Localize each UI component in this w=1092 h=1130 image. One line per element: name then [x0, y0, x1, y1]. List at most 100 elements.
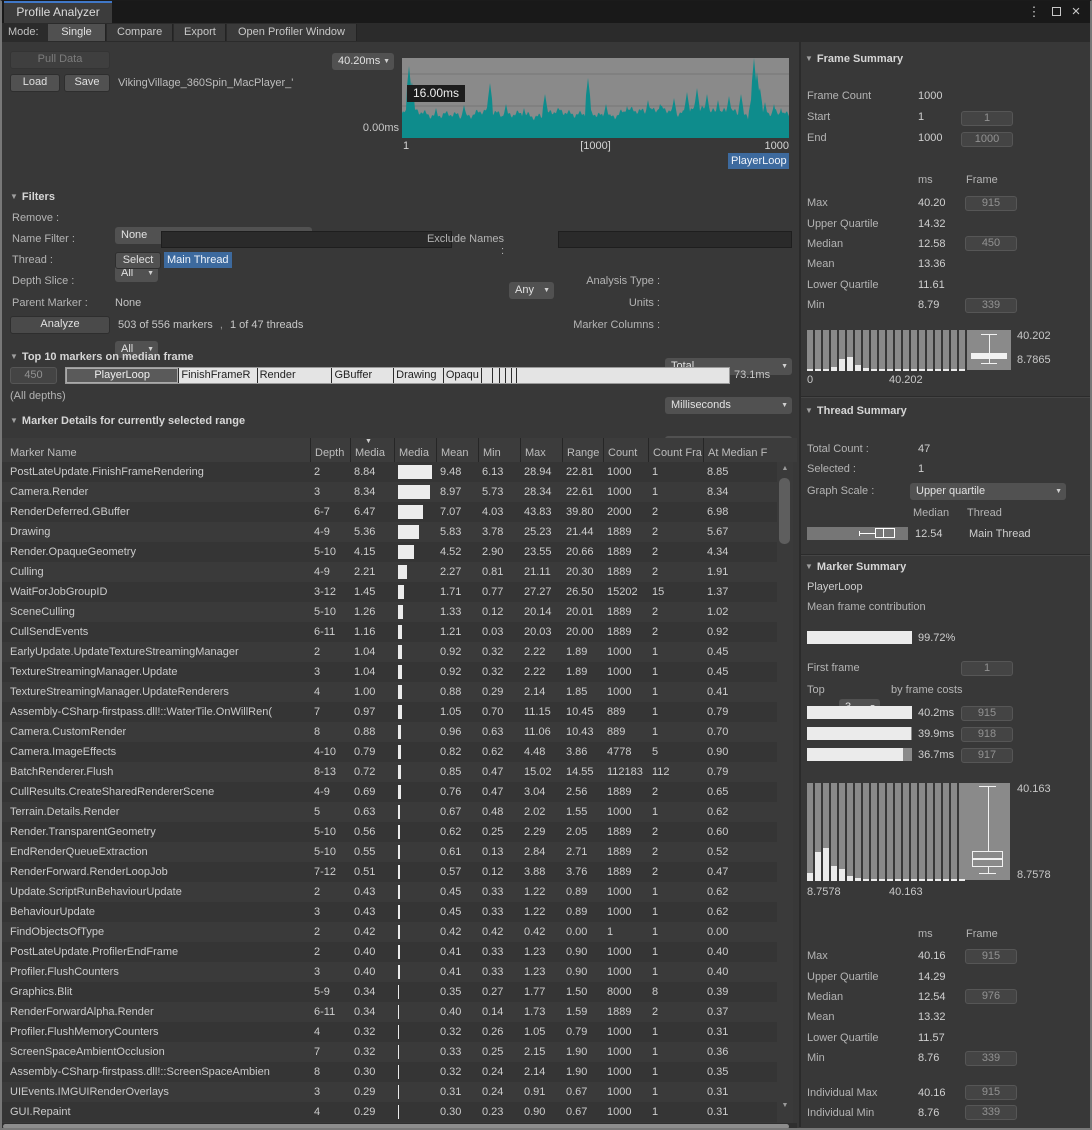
frame-time-graph[interactable]: 16.00ms: [402, 58, 789, 138]
save-button[interactable]: Save: [64, 74, 110, 92]
table-row[interactable]: RenderForwardAlpha.Render6-110.340.400.1…: [2, 1002, 777, 1022]
frame-link-button[interactable]: 915: [961, 706, 1013, 721]
scroll-down-icon[interactable]: ▼: [777, 1102, 793, 1109]
column-header-at_median[interactable]: At Median F: [703, 438, 777, 462]
table-row[interactable]: EarlyUpdate.UpdateTextureStreamingManage…: [2, 642, 777, 662]
cell-name: GUI.Repaint: [2, 1102, 310, 1122]
name-filter-label: Name Filter :: [12, 233, 75, 245]
table-row[interactable]: WaitForJobGroupID3-121.451.710.7727.2726…: [2, 582, 777, 602]
table-row[interactable]: EndRenderQueueExtraction5-100.550.610.13…: [2, 842, 777, 862]
column-header-range[interactable]: Range: [562, 438, 603, 462]
table-row[interactable]: FindObjectsOfType20.420.420.420.420.0011…: [2, 922, 777, 942]
table-row[interactable]: ScreenSpaceAmbientOcclusion70.320.330.25…: [2, 1042, 777, 1062]
scroll-up-icon[interactable]: ▲: [777, 465, 793, 472]
table-row[interactable]: Graphics.Blit5-90.340.350.271.771.508000…: [2, 982, 777, 1002]
frame-link-button[interactable]: 339: [965, 298, 1017, 313]
frame-link-button[interactable]: 339: [965, 1105, 1017, 1120]
frame-link-button[interactable]: 915: [965, 1085, 1017, 1100]
frame-link-button[interactable]: 1: [961, 111, 1013, 126]
range-scale-dropdown[interactable]: 40.20ms▼: [332, 53, 394, 70]
frame-link-button[interactable]: 915: [965, 949, 1017, 964]
column-header-min[interactable]: Min: [478, 438, 520, 462]
column-header-count[interactable]: Count: [603, 438, 648, 462]
table-row[interactable]: Camera.ImageEffects4-100.790.820.624.483…: [2, 742, 777, 762]
thread-summary-header[interactable]: ▼Thread Summary: [805, 405, 907, 417]
maximize-icon[interactable]: [1048, 4, 1064, 20]
table-row[interactable]: Update.ScriptRunBehaviourUpdate20.430.45…: [2, 882, 777, 902]
vertical-scrollbar[interactable]: ▲ ▼: [777, 462, 793, 1123]
graph-scale-dropdown[interactable]: Upper quartile▼: [910, 483, 1066, 500]
column-header-mean[interactable]: Mean: [436, 438, 478, 462]
frame-link-button[interactable]: 976: [965, 989, 1017, 1004]
frame-link-button[interactable]: 1000: [961, 132, 1013, 147]
median-frame-button[interactable]: 450: [10, 367, 57, 384]
table-row[interactable]: BehaviourUpdate30.430.450.331.220.891000…: [2, 902, 777, 922]
top10-segment[interactable]: Opaqu: [444, 368, 482, 383]
frame-link-button[interactable]: 915: [965, 196, 1017, 211]
table-row[interactable]: UIEvents.IMGUIRenderOverlays30.290.310.2…: [2, 1082, 777, 1102]
table-row[interactable]: Terrain.Details.Render50.630.670.482.021…: [2, 802, 777, 822]
frame-link-button[interactable]: 917: [961, 748, 1013, 763]
mode-button-single[interactable]: Single: [48, 24, 106, 41]
top10-segment[interactable]: FinishFrameR: [179, 368, 257, 383]
table-row[interactable]: PostLateUpdate.FinishFrameRendering28.84…: [2, 462, 777, 482]
table-row[interactable]: PostLateUpdate.ProfilerEndFrame20.400.41…: [2, 942, 777, 962]
name-filter-input[interactable]: [161, 231, 452, 248]
table-row[interactable]: Camera.Render38.348.975.7328.3422.611000…: [2, 482, 777, 502]
column-header-depth[interactable]: Depth: [310, 438, 350, 462]
table-row[interactable]: TextureStreamingManager.UpdateRenderers4…: [2, 682, 777, 702]
table-row[interactable]: Assembly-CSharp-firstpass.dll!::ScreenSp…: [2, 1062, 777, 1082]
scrollbar-thumb[interactable]: [779, 478, 790, 544]
column-header-count_frame[interactable]: Count Fra: [648, 438, 703, 462]
table-row[interactable]: CullResults.CreateSharedRendererScene4-9…: [2, 782, 777, 802]
table-row[interactable]: Render.OpaqueGeometry5-104.154.522.9023.…: [2, 542, 777, 562]
table-row[interactable]: BatchRenderer.Flush8-130.720.850.4715.02…: [2, 762, 777, 782]
exclude-names-input[interactable]: [558, 231, 792, 248]
column-header-median[interactable]: Media▼: [350, 438, 394, 462]
table-row[interactable]: GUI.Repaint40.290.300.230.900.67100010.3…: [2, 1102, 777, 1122]
frame-link-button[interactable]: 450: [965, 236, 1017, 251]
kebab-menu-icon[interactable]: ⋮: [1026, 4, 1042, 20]
frame-summary-header[interactable]: ▼Frame Summary: [805, 53, 903, 65]
table-row[interactable]: RenderDeferred.GBuffer6-76.477.074.0343.…: [2, 502, 777, 522]
table-row[interactable]: Profiler.FlushCounters30.400.410.331.230…: [2, 962, 777, 982]
filters-header[interactable]: ▼Filters: [10, 191, 55, 203]
close-icon[interactable]: ×: [1068, 4, 1084, 20]
table-row[interactable]: Drawing4-95.365.833.7825.2321.44188925.6…: [2, 522, 777, 542]
column-header-max[interactable]: Max: [520, 438, 562, 462]
table-row[interactable]: Camera.CustomRender80.880.960.6311.0610.…: [2, 722, 777, 742]
table-row[interactable]: TextureStreamingManager.Update31.040.920…: [2, 662, 777, 682]
load-button[interactable]: Load: [10, 74, 60, 92]
frame-link-button[interactable]: 339: [965, 1051, 1017, 1066]
units-dropdown[interactable]: Milliseconds▼: [665, 397, 792, 414]
tab-profile-analyzer[interactable]: Profile Analyzer: [4, 1, 112, 23]
top10-segment[interactable]: GBuffer: [332, 368, 394, 383]
table-row[interactable]: Profiler.FlushMemoryCounters40.320.320.2…: [2, 1022, 777, 1042]
table-row[interactable]: RenderForward.RenderLoopJob7-120.510.570…: [2, 862, 777, 882]
frame-link-button[interactable]: 1: [961, 661, 1013, 676]
table-row[interactable]: SceneCulling5-101.261.330.1220.1420.0118…: [2, 602, 777, 622]
table-row[interactable]: CullSendEvents6-111.161.210.0320.0320.00…: [2, 622, 777, 642]
marker-details-header[interactable]: ▼Marker Details for currently selected r…: [10, 415, 245, 427]
top10-segment[interactable]: [493, 368, 500, 383]
top10-segment[interactable]: Render: [258, 368, 333, 383]
top10-segment[interactable]: Drawing: [394, 368, 444, 383]
top10-segment[interactable]: [482, 368, 493, 383]
mode-button-open-profiler[interactable]: Open Profiler Window: [227, 24, 357, 41]
horizontal-scrollbar[interactable]: [2, 1123, 797, 1130]
table-row[interactable]: Assembly-CSharp-firstpass.dll!::WaterTil…: [2, 702, 777, 722]
marker-summary-header[interactable]: ▼Marker Summary: [805, 561, 906, 573]
analyze-button[interactable]: Analyze: [10, 316, 110, 334]
column-header-bar[interactable]: Media: [394, 438, 436, 462]
table-row[interactable]: Render.TransparentGeometry5-100.560.620.…: [2, 822, 777, 842]
frame-link-button[interactable]: 918: [961, 727, 1013, 742]
table-row[interactable]: Culling4-92.212.270.8121.1120.30188921.9…: [2, 562, 777, 582]
top10-header[interactable]: ▼Top 10 markers on median frame: [10, 351, 194, 363]
mode-button-export[interactable]: Export: [174, 24, 226, 41]
mode-button-compare[interactable]: Compare: [107, 24, 173, 41]
top10-segment[interactable]: PlayerLoop: [66, 368, 179, 383]
column-header-name[interactable]: Marker Name: [2, 438, 310, 462]
pull-data-button[interactable]: Pull Data: [10, 51, 110, 69]
scrollbar-thumb[interactable]: [3, 1124, 789, 1129]
thread-select-button[interactable]: Select: [115, 252, 161, 269]
